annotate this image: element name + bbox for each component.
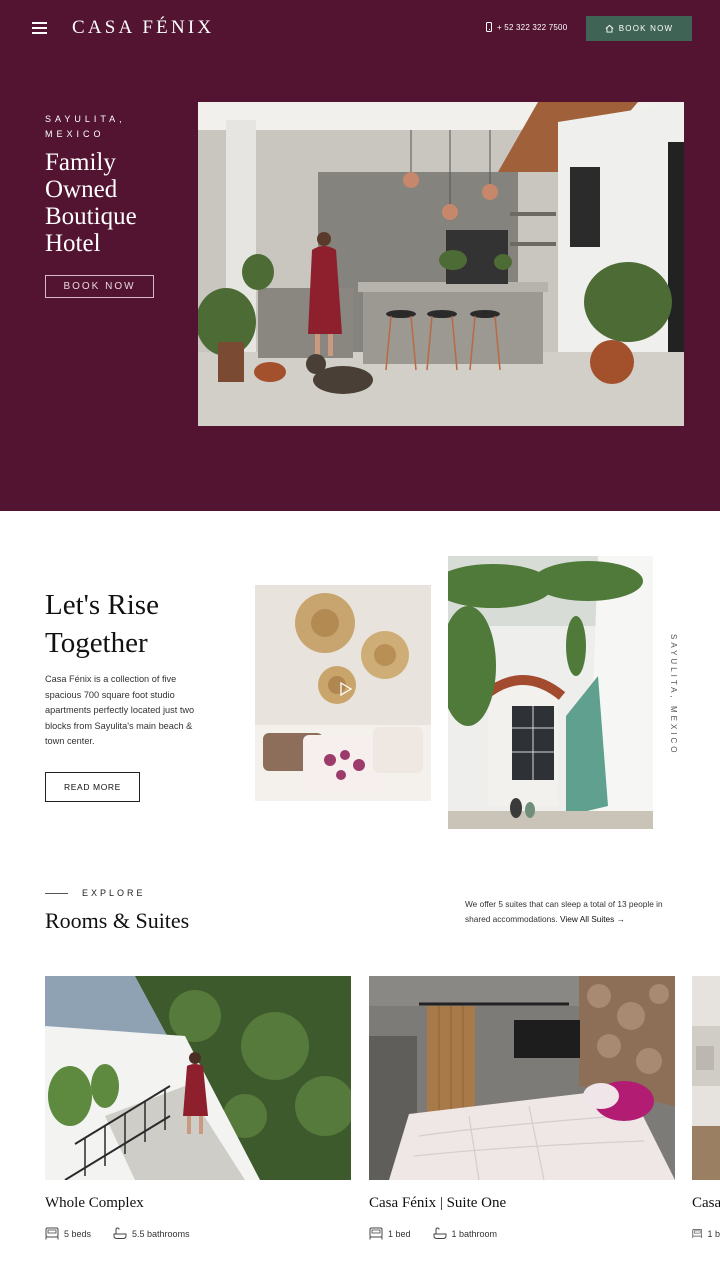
rooms-description: We offer 5 suites that can sleep a total… [465,897,680,927]
logo[interactable]: CASA FÉNIX [72,17,214,39]
view-all-suites-link[interactable]: View All Suites → [560,914,625,924]
bed-icon [45,1227,59,1240]
explore-kicker: EXPLORE [82,888,146,898]
hero-book-button[interactable]: BOOK NOW [45,275,154,298]
beds-count: 1 bed [388,1228,411,1239]
hero-title: Family Owned Boutique Hotel [45,149,137,257]
room-card-meta: 5 beds 5.5 bathrooms [45,1227,190,1240]
intro-title: Let's Rise Together [45,589,159,659]
bath-icon [113,1227,127,1239]
beds-count: 1 b [707,1228,720,1239]
beds-count: 5 beds [64,1228,92,1239]
vertical-location-text: SAYULITA, MEXICO [669,634,678,756]
menu-icon[interactable] [32,22,47,34]
room-card-title[interactable]: Casa [692,1195,720,1212]
hero-kitchen-photo [198,102,684,426]
explore-divider [45,893,68,894]
header-book-label: BOOK NOW [618,24,674,33]
stairs-courtyard-photo [448,556,653,829]
bed-icon [369,1227,383,1240]
room-card-photo[interactable] [45,976,351,1180]
room-card-photo[interactable] [692,976,720,1180]
read-more-button[interactable]: READ MORE [45,772,140,802]
room-card-meta: 1 bed 1 bathroom [369,1227,497,1240]
hero-location: SAYULITA, MEXICO [45,114,126,139]
phone-link[interactable]: + 52 322 322 7500 [486,22,567,32]
room-card-title[interactable]: Casa Fénix | Suite One [369,1195,506,1212]
rooms-title: Rooms & Suites [45,908,190,933]
room-card-title[interactable]: Whole Complex [45,1195,144,1212]
bath-icon [433,1227,447,1239]
bed-icon [692,1229,703,1238]
play-icon[interactable] [337,681,353,697]
room-card-meta: 1 b [692,1227,720,1240]
room-card-photo[interactable] [369,976,675,1180]
baths-count: 1 bathroom [451,1228,498,1239]
header-book-button[interactable]: BOOK NOW [586,16,692,41]
home-icon [605,24,614,33]
phone-number: + 52 322 322 7500 [497,22,568,32]
intro-text: Casa Fénix is a collection of five spaci… [45,674,195,746]
baths-count: 5.5 bathrooms [132,1228,190,1239]
phone-icon [486,22,492,32]
hero-section: CASA FÉNIX + 52 322 322 7500 BOOK NOW SA… [0,0,720,511]
